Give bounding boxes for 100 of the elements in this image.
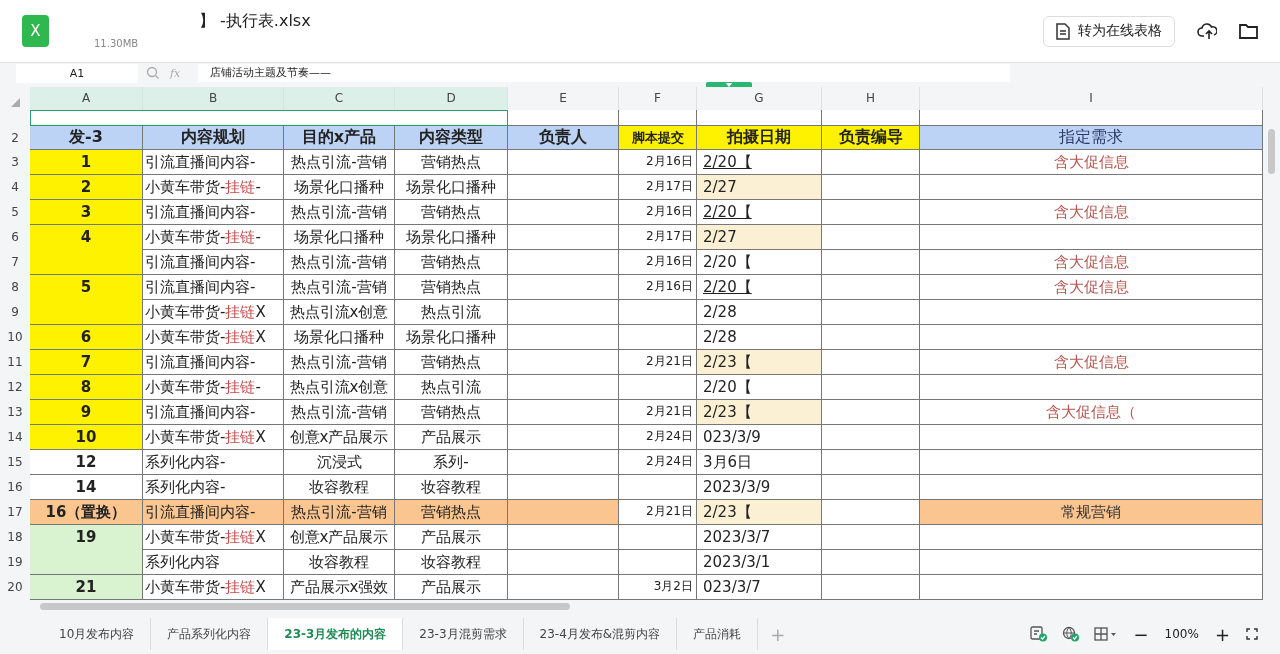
table-cell: 2/20【 bbox=[697, 275, 822, 300]
row-number: 18 bbox=[0, 525, 30, 550]
file-title: 】 -执行表.xlsx bbox=[199, 11, 312, 32]
table-cell: 产品展示x强效 bbox=[284, 575, 395, 600]
table-cell: 023/3/7 bbox=[697, 575, 822, 600]
column-header[interactable]: D bbox=[395, 87, 508, 110]
table-cell: 场景化口播种 bbox=[284, 325, 395, 350]
table-cell: 2月16日 bbox=[619, 250, 697, 275]
table-cell: 妆容教程 bbox=[284, 475, 395, 500]
table-cell: 2/20【 bbox=[697, 250, 822, 275]
table-cell: 5 bbox=[30, 275, 143, 325]
column-header[interactable]: H bbox=[822, 87, 920, 110]
column-header[interactable]: B bbox=[143, 87, 284, 110]
column-header[interactable]: A bbox=[30, 87, 143, 110]
table-cell: 热点引流-营销 bbox=[284, 500, 395, 525]
table-cell: 系列化内容- bbox=[143, 450, 284, 475]
table-cell: 1 bbox=[30, 150, 143, 175]
formula-field[interactable]: 店铺活动主题及节奏—— bbox=[198, 64, 1010, 82]
table-cell: 热点引流-营销 bbox=[284, 250, 395, 275]
sheet-check-icon[interactable] bbox=[1029, 626, 1048, 642]
table-cell: 2023/3/1 bbox=[697, 550, 822, 575]
row-number: 3 bbox=[0, 150, 30, 175]
header-cell: 内容规划 bbox=[143, 126, 284, 150]
table-cell: 营销热点 bbox=[395, 350, 508, 375]
zoom-level: 100% bbox=[1164, 627, 1199, 641]
table-cell: 产品展示 bbox=[395, 525, 508, 550]
column-handle[interactable] bbox=[706, 82, 752, 87]
table-cell: 小黄车带货-挂链X bbox=[143, 525, 284, 550]
column-header[interactable]: C bbox=[284, 87, 395, 110]
table-cell: 12 bbox=[30, 450, 143, 475]
table-cell: 含大促信息 bbox=[920, 150, 1263, 175]
vertical-scrollbar[interactable] bbox=[1268, 129, 1275, 174]
table-cell: 含大促信息 bbox=[920, 200, 1263, 225]
table-cell: 3月2日 bbox=[619, 575, 697, 600]
header-cell: 内容类型 bbox=[395, 126, 508, 150]
table-cell: 2/28 bbox=[697, 325, 822, 350]
fullscreen-icon[interactable] bbox=[1246, 628, 1258, 640]
table-cell: 常规营销 bbox=[920, 500, 1263, 525]
table-cell: 热点引流-营销 bbox=[284, 275, 395, 300]
table-cell: 引流直播间内容- bbox=[143, 250, 284, 275]
table-cell: 2月21日 bbox=[619, 400, 697, 425]
header-cell: 指定需求 bbox=[920, 126, 1263, 150]
table-cell: 2/20【 bbox=[697, 375, 822, 400]
table-cell: 2/23【 bbox=[697, 400, 822, 425]
row-number: 19 bbox=[0, 550, 30, 575]
table-cell: 系列化内容- bbox=[143, 475, 284, 500]
sheet-tab[interactable]: 23-3月发布的内容 bbox=[268, 618, 404, 650]
column-header[interactable]: E bbox=[508, 87, 619, 110]
table-cell: 引流直播间内容- bbox=[143, 400, 284, 425]
table-cell: 19 bbox=[30, 525, 143, 575]
layout-dropdown-icon[interactable] bbox=[1093, 627, 1118, 641]
row-number: 4 bbox=[0, 175, 30, 200]
folder-icon[interactable] bbox=[1239, 23, 1258, 39]
table-cell: 营销热点 bbox=[395, 200, 508, 225]
table-cell: 2月21日 bbox=[619, 350, 697, 375]
table-cell: 2/27 bbox=[697, 175, 822, 200]
table-cell: 2/23【 bbox=[697, 350, 822, 375]
table-cell: 2023/3/7 bbox=[697, 525, 822, 550]
table-cell: 沉浸式 bbox=[284, 450, 395, 475]
zoom-icon[interactable] bbox=[146, 66, 160, 80]
column-header[interactable]: G bbox=[697, 87, 822, 110]
table-cell: 含大促信息 bbox=[920, 250, 1263, 275]
horizontal-scrollbar[interactable] bbox=[40, 603, 570, 610]
table-cell: 妆容教程 bbox=[284, 550, 395, 575]
convert-online-button[interactable]: 转为在线表格 bbox=[1043, 15, 1175, 47]
cell-reference-field[interactable]: A1 bbox=[16, 64, 138, 83]
table-cell: 2023/3/9 bbox=[697, 475, 822, 500]
row-number: 9 bbox=[0, 300, 30, 325]
table-cell: 2月16日 bbox=[619, 150, 697, 175]
table-cell: 场景化口播种 bbox=[395, 175, 508, 200]
table-cell: 含大促信息 bbox=[920, 350, 1263, 375]
table-cell: 3月6日 bbox=[697, 450, 822, 475]
zoom-in-button[interactable]: + bbox=[1212, 623, 1232, 645]
column-header[interactable]: I bbox=[920, 87, 1263, 110]
table-cell: 4 bbox=[30, 225, 143, 275]
selected-cell-range[interactable] bbox=[30, 110, 508, 126]
table-cell: 创意x产品展示 bbox=[284, 425, 395, 450]
table-cell: 营销热点 bbox=[395, 150, 508, 175]
cloud-upload-icon[interactable] bbox=[1197, 22, 1217, 40]
table-cell: 2月16日 bbox=[619, 200, 697, 225]
table-cell: 小黄车带货-挂链- bbox=[143, 175, 284, 200]
table-cell: 2月17日 bbox=[619, 175, 697, 200]
table-cell: 营销热点 bbox=[395, 400, 508, 425]
column-header[interactable]: F bbox=[619, 87, 697, 110]
header-cell: 负责人 bbox=[508, 126, 619, 150]
table-cell: 小黄车带货-挂链X bbox=[143, 575, 284, 600]
table-cell: 7 bbox=[30, 350, 143, 375]
globe-check-icon[interactable] bbox=[1061, 626, 1080, 642]
header-cell: 目的x产品 bbox=[284, 126, 395, 150]
table-cell: 小黄车带货-挂链X bbox=[143, 300, 284, 325]
table-cell: 热点引流 bbox=[395, 375, 508, 400]
table-cell: 含大促信息（ bbox=[920, 400, 1263, 425]
table-cell: 2/28 bbox=[697, 300, 822, 325]
table-cell: 2月24日 bbox=[619, 425, 697, 450]
table-cell: 6 bbox=[30, 325, 143, 350]
table-cell: 10 bbox=[30, 425, 143, 450]
table-cell: 妆容教程 bbox=[395, 475, 508, 500]
zoom-out-button[interactable]: − bbox=[1131, 623, 1151, 645]
select-all-icon[interactable] bbox=[10, 98, 20, 107]
table-cell: 8 bbox=[30, 375, 143, 400]
